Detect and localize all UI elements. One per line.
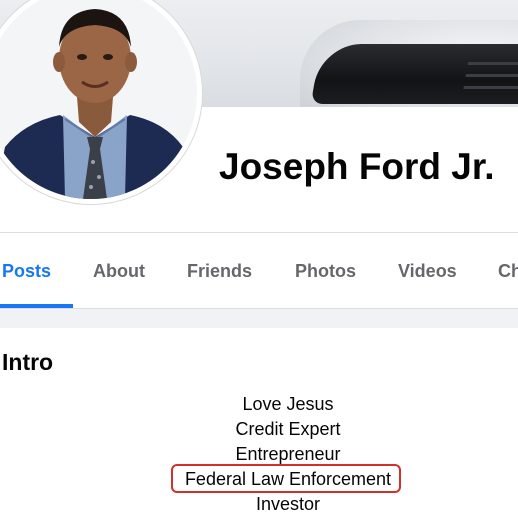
cover-car-vent <box>310 44 518 104</box>
tab-about[interactable]: About <box>93 261 145 282</box>
bio-line: Investor <box>255 494 321 514</box>
tab-photos[interactable]: Photos <box>295 261 356 282</box>
avatar[interactable] <box>0 0 202 204</box>
intro-bio: Love Jesus Credit Expert Entrepreneur Fe… <box>130 392 446 517</box>
profile-tabs: Posts About Friends Photos Videos Ch <box>0 233 518 308</box>
annotation-highlight-box <box>171 464 401 493</box>
tab-friends[interactable]: Friends <box>187 261 252 282</box>
bio-line: Love Jesus <box>242 394 334 414</box>
section-gap <box>0 309 518 328</box>
bio-line: Credit Expert <box>235 419 341 439</box>
profile-photo-icon <box>0 0 197 199</box>
tab-posts[interactable]: Posts <box>2 261 51 282</box>
tab-videos[interactable]: Videos <box>398 261 457 282</box>
profile-name: Joseph Ford Jr. <box>219 146 495 187</box>
intro-title: Intro <box>2 349 54 375</box>
tab-more-partial[interactable]: Ch <box>498 261 518 282</box>
